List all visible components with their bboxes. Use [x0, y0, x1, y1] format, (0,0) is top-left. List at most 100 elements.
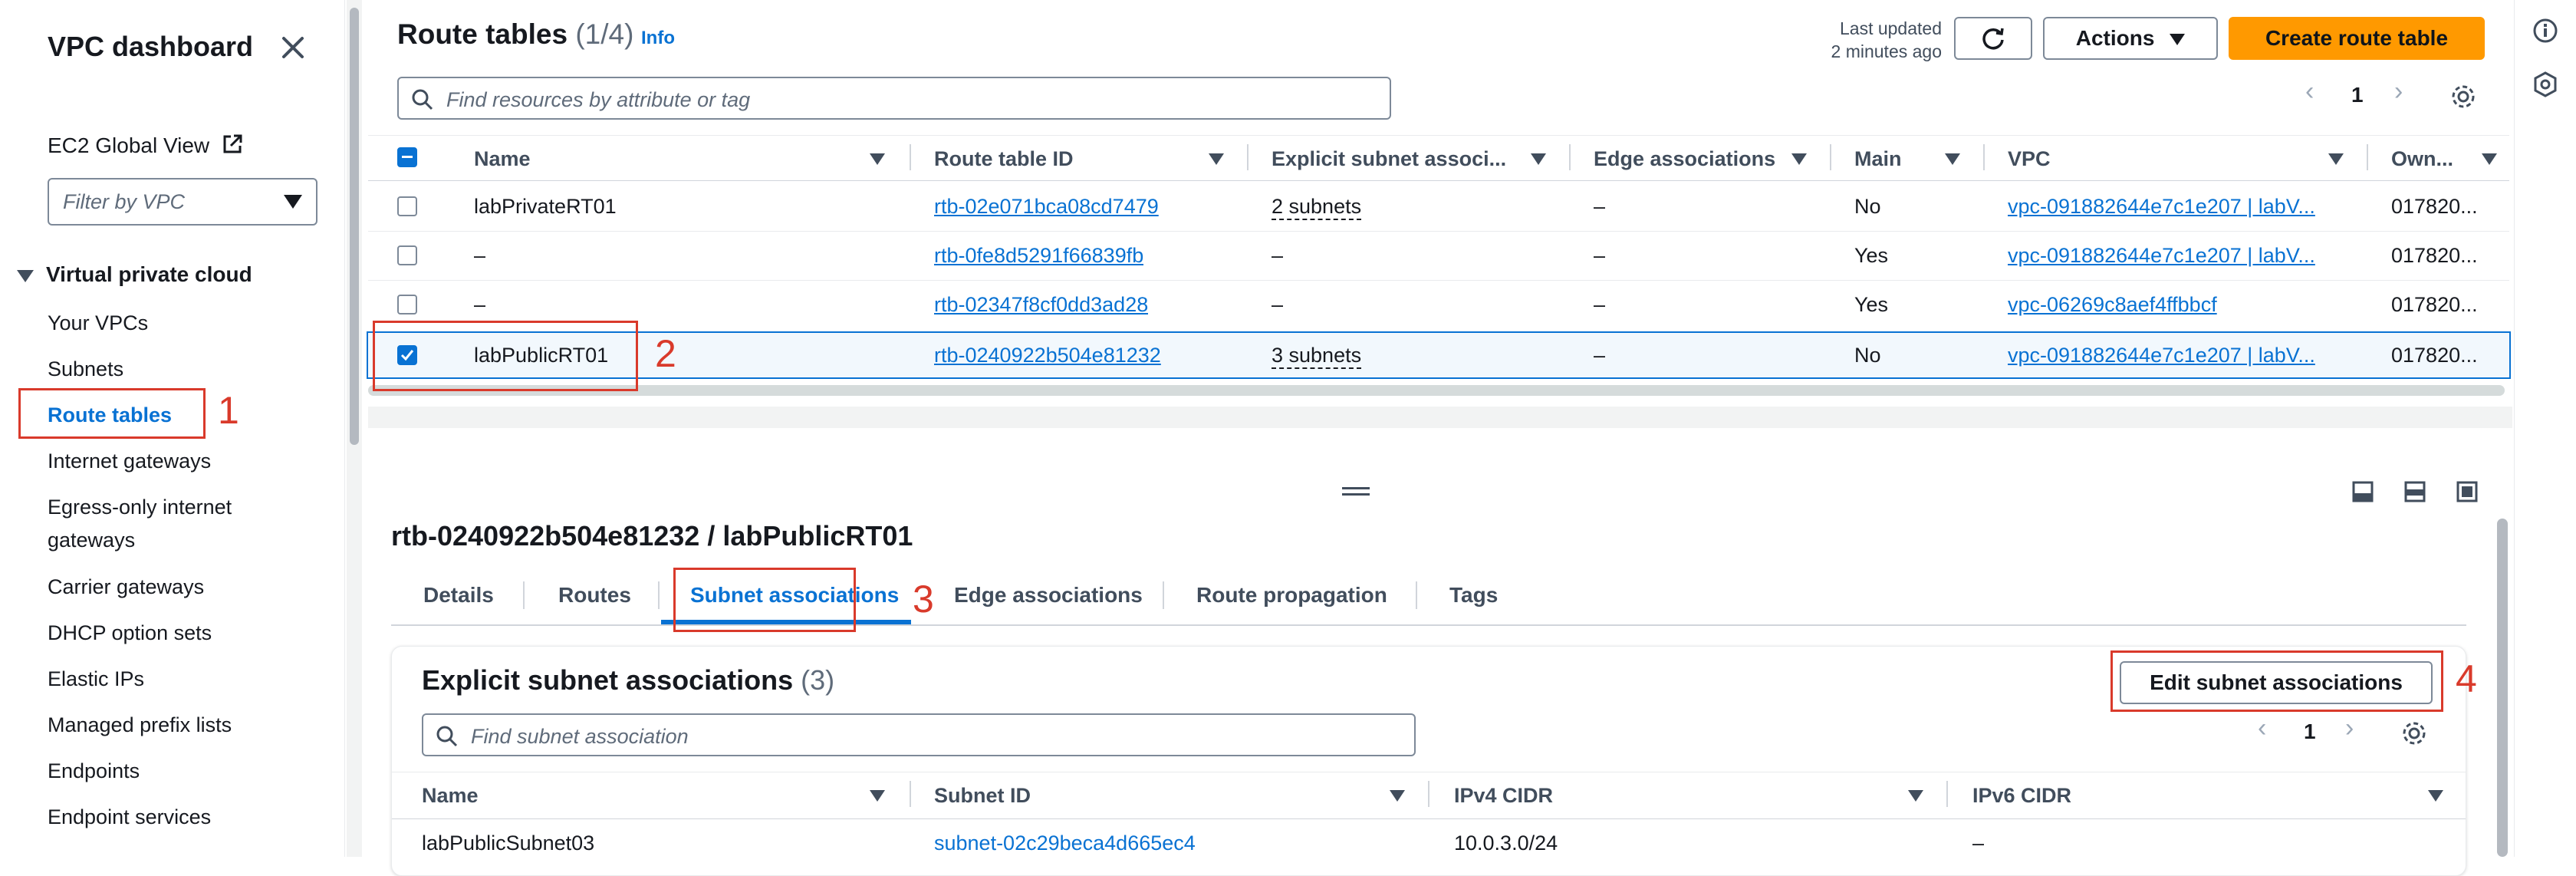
- page-number[interactable]: 1: [2351, 83, 2364, 107]
- prev-page-icon[interactable]: ‹: [2305, 77, 2314, 107]
- table-row[interactable]: labPrivateRT01 rtb-02e071bca08cd7479 2 s…: [368, 183, 2509, 232]
- column-divider[interactable]: [1830, 144, 1831, 170]
- sidebar-item-dhcp-option-sets[interactable]: DHCP option sets: [48, 617, 212, 649]
- resource-search-input[interactable]: Find resources by attribute or tag: [397, 77, 1391, 120]
- table-row[interactable]: – rtb-02347f8cf0dd3ad28 – – Yes vpc-0626…: [368, 281, 2509, 330]
- sort-icon[interactable]: [1791, 153, 1807, 165]
- horizontal-scrollbar[interactable]: [368, 385, 2505, 396]
- close-icon[interactable]: [278, 32, 308, 63]
- table-row[interactable]: – rtb-0fe8d5291f66839fb – – Yes vpc-0918…: [368, 232, 2509, 281]
- create-route-table-button[interactable]: Create route table: [2229, 17, 2485, 60]
- column-header-route-table-id[interactable]: Route table ID: [934, 147, 1074, 171]
- column-header-name[interactable]: Name: [422, 784, 479, 808]
- sort-icon[interactable]: [2428, 790, 2443, 802]
- column-header-ipv4-cidr[interactable]: IPv4 CIDR: [1454, 784, 1553, 808]
- column-header-vpc[interactable]: VPC: [2008, 147, 2051, 171]
- sidebar-item-egress-only-2[interactable]: gateways: [48, 524, 135, 556]
- row-checkbox[interactable]: [397, 245, 417, 265]
- column-divider[interactable]: [1428, 781, 1429, 807]
- settings-gear-icon[interactable]: [2400, 720, 2428, 747]
- filter-by-vpc-select[interactable]: Filter by VPC: [48, 178, 317, 226]
- right-utility-rail: [2514, 0, 2576, 857]
- detail-scrollbar[interactable]: [2497, 519, 2508, 857]
- actions-button[interactable]: Actions: [2043, 17, 2218, 60]
- cell-route-table-id[interactable]: rtb-0fe8d5291f66839fb: [934, 244, 1143, 268]
- sort-icon[interactable]: [870, 153, 885, 165]
- tab-tags[interactable]: Tags: [1449, 583, 1498, 608]
- info-link[interactable]: Info: [641, 28, 675, 49]
- sort-icon[interactable]: [1390, 790, 1405, 802]
- split-panel-divider[interactable]: [368, 426, 2512, 496]
- refresh-button[interactable]: [1954, 17, 2032, 60]
- sidebar-item-subnets[interactable]: Subnets: [48, 353, 123, 385]
- tab-details[interactable]: Details: [423, 583, 494, 608]
- column-header-explicit-subnet[interactable]: Explicit subnet associ...: [1272, 147, 1506, 171]
- drag-handle-icon[interactable]: [1342, 487, 1370, 489]
- prev-page-icon[interactable]: ‹: [2258, 713, 2266, 743]
- cell-explicit-subnets[interactable]: 2 subnets: [1272, 195, 1362, 220]
- column-header-subnet-id[interactable]: Subnet ID: [934, 784, 1031, 808]
- column-header-edge-associations[interactable]: Edge associations: [1594, 147, 1775, 171]
- next-page-icon[interactable]: ›: [2394, 77, 2403, 107]
- subnet-search-input[interactable]: Find subnet association: [422, 713, 1416, 756]
- column-header-ipv6-cidr[interactable]: IPv6 CIDR: [1972, 784, 2071, 808]
- cell-name: labPrivateRT01: [474, 195, 617, 218]
- cell-vpc[interactable]: vpc-06269c8aef4ffbbcf: [2008, 293, 2330, 317]
- column-divider[interactable]: [2367, 144, 2368, 170]
- column-header-name[interactable]: Name: [474, 147, 531, 171]
- panel-bottom-icon[interactable]: [2351, 480, 2374, 503]
- table-row-selected[interactable]: labPublicRT01 rtb-0240922b504e81232 3 su…: [367, 331, 2511, 379]
- sidebar-item-managed-prefix-lists[interactable]: Managed prefix lists: [48, 709, 232, 741]
- next-page-icon[interactable]: ›: [2345, 713, 2354, 743]
- tab-route-propagation[interactable]: Route propagation: [1196, 583, 1387, 608]
- sidebar-item-carrier-gateways[interactable]: Carrier gateways: [48, 571, 204, 603]
- sort-icon[interactable]: [1908, 790, 1923, 802]
- column-divider[interactable]: [1983, 144, 1985, 170]
- sort-icon[interactable]: [1209, 153, 1224, 165]
- filter-by-vpc-placeholder: Filter by VPC: [63, 190, 186, 213]
- cell-route-table-id[interactable]: rtb-02e071bca08cd7479: [934, 195, 1159, 219]
- column-divider[interactable]: [910, 781, 911, 807]
- row-checkbox[interactable]: [397, 196, 417, 216]
- sidebar-scrollbar-thumb[interactable]: [350, 8, 359, 445]
- panel-full-icon[interactable]: [2456, 480, 2479, 503]
- drag-handle-icon[interactable]: [1342, 493, 1370, 496]
- cell-subnet-id[interactable]: subnet-02c29beca4d665ec4: [934, 832, 1196, 855]
- column-divider[interactable]: [1946, 781, 1948, 807]
- panel-side-icon[interactable]: [2403, 480, 2426, 503]
- hexagon-icon[interactable]: [2532, 71, 2559, 98]
- tab-edge-associations[interactable]: Edge associations: [954, 583, 1143, 608]
- cell-vpc[interactable]: vpc-091882644e7c1e207 | labV...: [2008, 344, 2330, 367]
- cell-vpc[interactable]: vpc-091882644e7c1e207 | labV...: [2008, 195, 2330, 219]
- sidebar-item-your-vpcs[interactable]: Your VPCs: [48, 307, 148, 339]
- column-divider[interactable]: [1247, 144, 1249, 170]
- page-number[interactable]: 1: [2304, 720, 2316, 744]
- info-circle-icon[interactable]: [2532, 17, 2559, 44]
- cell-vpc[interactable]: vpc-091882644e7c1e207 | labV...: [2008, 244, 2330, 268]
- table-row[interactable]: labPublicSubnet03 subnet-02c29beca4d665e…: [392, 821, 2466, 857]
- sort-icon[interactable]: [870, 790, 885, 802]
- section-virtual-private-cloud[interactable]: Virtual private cloud: [17, 262, 252, 287]
- sidebar-item-endpoints[interactable]: Endpoints: [48, 755, 140, 787]
- sort-icon[interactable]: [2328, 153, 2344, 165]
- settings-gear-icon[interactable]: [2449, 83, 2477, 110]
- ec2-global-view-link[interactable]: EC2 Global View: [48, 133, 243, 158]
- sidebar-item-endpoint-services[interactable]: Endpoint services: [48, 801, 211, 833]
- sidebar-item-egress-only[interactable]: Egress-only internet: [48, 491, 232, 523]
- column-header-owner[interactable]: Own...: [2391, 147, 2453, 171]
- sort-icon[interactable]: [1945, 153, 1960, 165]
- row-checkbox[interactable]: [397, 295, 417, 315]
- select-all-checkbox[interactable]: [397, 147, 417, 167]
- sort-icon[interactable]: [1531, 153, 1546, 165]
- cell-route-table-id[interactable]: rtb-0240922b504e81232: [934, 344, 1161, 367]
- column-header-main[interactable]: Main: [1854, 147, 1902, 171]
- cell-ipv4-cidr: 10.0.3.0/24: [1454, 832, 1558, 855]
- cell-explicit-subnets[interactable]: 3 subnets: [1272, 344, 1362, 369]
- sidebar-item-internet-gateways[interactable]: Internet gateways: [48, 445, 211, 477]
- tab-routes[interactable]: Routes: [558, 583, 631, 608]
- sidebar-item-elastic-ips[interactable]: Elastic IPs: [48, 663, 144, 695]
- sort-icon[interactable]: [2482, 153, 2497, 165]
- column-divider[interactable]: [1569, 144, 1571, 170]
- column-divider[interactable]: [910, 144, 911, 170]
- cell-route-table-id[interactable]: rtb-02347f8cf0dd3ad28: [934, 293, 1148, 317]
